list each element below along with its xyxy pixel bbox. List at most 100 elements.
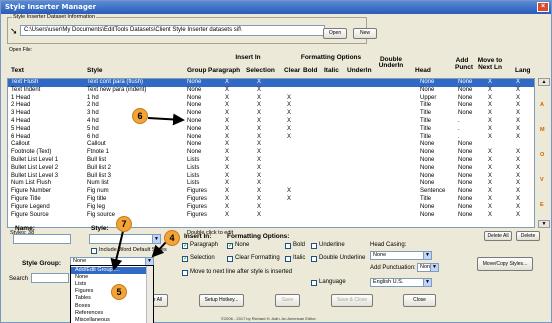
table-cell-lang: X — [516, 110, 521, 117]
table-cell-punct: None — [458, 172, 473, 179]
language-combo[interactable]: English U.S. ▼ — [370, 278, 432, 287]
chevron-down-icon[interactable]: ▼ — [145, 258, 153, 265]
new-button[interactable]: New — [353, 28, 377, 39]
table-cell-punct: None — [458, 196, 473, 202]
table-row[interactable]: 5 Head 5 hd None X X X Title. X X — [8, 125, 534, 134]
table-row[interactable]: Figure Source Fig source Figures X X None None… — [8, 211, 534, 220]
add-punctuation-label: Add Punctuation: — [370, 265, 416, 271]
search-input[interactable] — [31, 273, 69, 283]
scroll-down-icon[interactable]: ▼ — [538, 220, 550, 228]
close-window-icon[interactable]: × — [537, 2, 549, 12]
table-cell-punct: None — [458, 149, 473, 156]
table-cell-group: Lists — [187, 180, 200, 187]
callout-7: 7 — [116, 216, 132, 232]
table-row[interactable]: Figure Number Fig num Figures X X X Sentence No… — [8, 188, 534, 196]
table-cell-sel: X — [257, 188, 262, 195]
table-cell-group: Lists — [187, 164, 200, 171]
table-cell-para: X — [225, 211, 230, 218]
table-cell-style: 6 hd — [87, 133, 99, 140]
include-word-default-checkbox[interactable] — [91, 248, 97, 254]
scroll-up-icon[interactable]: ▲ — [538, 78, 550, 86]
chevron-down-icon[interactable]: ▼ — [430, 264, 438, 271]
table-cell-next: X — [488, 172, 493, 179]
table-cell-sel: X — [257, 203, 262, 210]
table-row[interactable]: Bullet List Level 2 Bull list 2 Lists X X Non… — [8, 164, 534, 173]
table-row[interactable]: Bullet List Level 3 Bull list 3 Lists X X Non… — [8, 172, 534, 181]
double-underline-checkbox[interactable] — [311, 256, 317, 262]
add-punctuation-combo[interactable]: None ▼ — [417, 263, 439, 272]
italic-checkbox[interactable] — [285, 256, 291, 262]
setup-hotkey-button[interactable]: Setup Hotkey... — [199, 294, 244, 307]
delete-all-button[interactable]: Delete All — [484, 231, 512, 241]
paragraph-checkbox[interactable]: ✓ — [182, 243, 188, 249]
chevron-down-icon[interactable]: ▼ — [152, 235, 160, 243]
table-row[interactable]: Text Indent Text new para (indent) None X X N… — [8, 87, 534, 95]
name-field[interactable] — [13, 234, 71, 244]
dropdown-item[interactable]: None — [71, 274, 153, 281]
table-row[interactable]: Text Flush Text cont para (flush) None X X No… — [8, 79, 534, 87]
language-checkbox[interactable] — [311, 280, 317, 286]
table-row[interactable]: Bullet List Level 1 Bull list Lists X X None N… — [8, 157, 534, 165]
head-casing-combo[interactable]: None ▼ — [370, 251, 432, 260]
table-row[interactable]: Figure Title Fig title Figures X X X Title None… — [8, 196, 534, 204]
table-cell-next: X — [488, 125, 493, 132]
table-row[interactable]: Footnote (Text) Ftnote 1 None X X None None X X — [8, 149, 534, 157]
table-row[interactable]: 6 Head 6 hd None X X X Title. X X — [8, 133, 534, 142]
underline-checkbox[interactable] — [311, 243, 317, 249]
none-label: None — [235, 242, 250, 248]
dropdown-item[interactable]: Add/Edit Groups... — [71, 267, 153, 274]
dropdown-item[interactable]: Boxes — [71, 303, 153, 310]
formatting-options-header: Formatting Options — [300, 54, 362, 61]
table-row[interactable]: 4 Head 4 hd None X X X Title. X X — [8, 118, 534, 126]
table-row[interactable]: 3 Head 3 hd None X X X Title None X X — [8, 110, 534, 118]
table-cell-para: X — [225, 188, 230, 195]
move-copy-styles-button[interactable]: Move/Copy Styles... — [477, 257, 533, 271]
dropdown-item[interactable]: References — [71, 310, 153, 317]
table-row[interactable]: Num List Flush Num list Lists X X None None X X — [8, 180, 534, 188]
selection-checkbox[interactable]: ✓ — [182, 256, 188, 262]
table-row[interactable]: Callout Callout None X X None None — [8, 141, 534, 149]
table-cell-next: X — [488, 102, 493, 109]
style-combo[interactable]: ▼ — [89, 234, 161, 244]
table-cell-style: Bull list 2 — [87, 164, 112, 171]
chevron-down-icon[interactable]: ▼ — [423, 252, 431, 259]
dataset-path-field[interactable]: C:\Users\user\My Documents\EditTools Dat… — [20, 25, 325, 36]
table-cell-punct: None — [458, 188, 473, 195]
table-cell-next: X — [488, 110, 493, 117]
chevron-down-icon[interactable]: ▼ — [423, 279, 431, 286]
list-scrollbar[interactable]: ▲ A M O V E ▼ — [538, 78, 550, 228]
close-button[interactable]: Close — [403, 294, 436, 307]
table-cell-head: Title — [420, 133, 432, 140]
clear-formatting-checkbox[interactable] — [227, 256, 233, 262]
move-next-line-checkbox[interactable] — [182, 270, 188, 276]
save-close-button[interactable]: Save & Close — [331, 294, 373, 307]
table-cell-text: Callout — [11, 141, 30, 148]
table-cell-group: None — [187, 149, 202, 156]
table-cell-clear: X — [287, 94, 292, 101]
table-row[interactable]: Figure Legend Fig leg Figures X X None None X X — [8, 203, 534, 212]
table-cell-text: Figure Title — [11, 196, 41, 202]
table-cell-para: X — [225, 172, 230, 179]
table-cell-head: Title — [420, 102, 432, 109]
styles-list[interactable]: Text Flush Text cont para (flush) None X X No… — [7, 78, 535, 228]
save-button[interactable]: Save — [275, 294, 300, 307]
delete-button[interactable]: Delete — [516, 231, 540, 241]
table-cell-clear: X — [287, 110, 292, 117]
table-cell-sel: X — [257, 110, 262, 117]
table-cell-lang: X — [516, 164, 521, 171]
sidebar-letter: O — [540, 152, 545, 158]
table-cell-punct: None — [458, 141, 473, 148]
table-row[interactable]: 1 Head 1 hd None X X X Upper None X X — [8, 94, 534, 103]
open-button[interactable]: Open — [323, 28, 347, 39]
table-cell-clear: X — [287, 118, 292, 124]
dropdown-item[interactable]: Miscellaneous — [71, 317, 153, 323]
table-cell-next: X — [488, 196, 493, 202]
table-row[interactable]: 2 Head 2 hd None X X X Title None X X — [8, 102, 534, 110]
dropdown-scrollbar[interactable] — [146, 266, 153, 323]
table-cell-lang: X — [516, 180, 521, 187]
table-cell-style: 1 hd — [87, 94, 99, 101]
none-checkbox[interactable]: ✓ — [227, 243, 233, 249]
table-cell-style: Bull list — [87, 157, 107, 163]
bold-checkbox[interactable] — [285, 243, 291, 249]
table-cell-punct: None — [458, 79, 473, 85]
